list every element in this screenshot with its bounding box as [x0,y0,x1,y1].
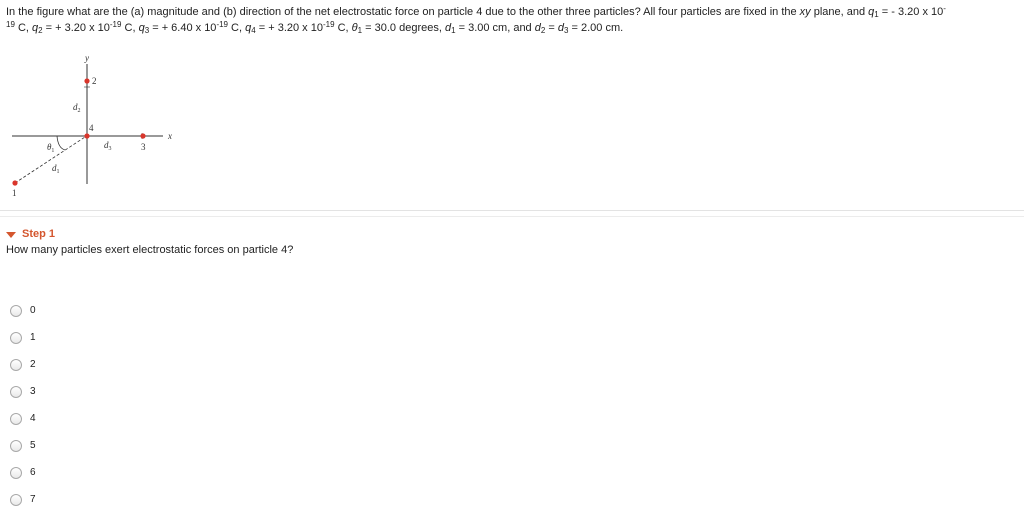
problem-text: C, [228,22,246,34]
problem-text: C, [334,22,352,34]
d1-subscript: 1 [57,169,60,175]
radio-button[interactable] [10,331,22,344]
problem-statement: In the figure what are the (a) magnitude… [6,4,1016,36]
d1-label: d1 [52,163,60,175]
particle-3 [140,133,146,139]
particle-figure: x y 1 2 3 4 d2 d3 d1 θ1 [12,53,172,198]
step-title: Step 1 [22,228,56,240]
xy-symbol: xy [799,6,811,18]
particle-2 [84,78,90,84]
d3-label: d3 [104,140,112,152]
d2-subscript: 2 [78,108,81,114]
option-6[interactable]: 6 [10,459,36,486]
q1-value: = - 3.20 x 10 [878,6,944,18]
particle-1 [12,180,18,186]
radio-button[interactable] [10,358,22,371]
option-3[interactable]: 3 [10,378,36,405]
exponent: -19 [216,20,228,29]
q2-value: = + 3.20 x 10 [42,22,110,34]
problem-text: plane, and [810,6,869,18]
theta-label: θ1 [47,142,54,154]
option-label: 7 [30,494,36,505]
problem-line-1: In the figure what are the (a) magnitude… [6,4,1016,20]
d2-label: d2 [73,102,81,114]
option-7[interactable]: 7 [10,486,36,513]
option-1[interactable]: 1 [10,324,36,351]
option-5[interactable]: 5 [10,432,36,459]
caret-down-icon [6,231,16,238]
option-label: 4 [30,413,36,424]
problem-text: = [545,22,558,34]
option-label: 6 [30,467,36,478]
step-1-toggle[interactable]: Step 1 [6,227,55,241]
option-label: 0 [30,305,36,316]
step-question: How many particles exert electrostatic f… [6,244,294,256]
theta-value: = 30.0 degrees, [362,22,445,34]
option-4[interactable]: 4 [10,405,36,432]
section-divider [0,210,1024,211]
particle-3-label: 3 [141,142,146,152]
axis-y-label: y [84,53,89,63]
problem-text: C, [121,22,139,34]
particle-2-label: 2 [92,76,97,86]
d3-subscript: 3 [109,146,112,152]
radio-button[interactable] [10,412,22,425]
theta-subscript: 1 [51,148,54,154]
option-label: 2 [30,359,36,370]
particle-4-label: 4 [89,123,94,133]
answer-options: 0 1 2 3 4 5 6 7 [10,297,36,513]
axis-x-label: x [167,131,172,141]
theta-arc [56,135,66,151]
radio-button[interactable] [10,439,22,452]
exponent: -19 [109,20,122,29]
exponent: - [943,4,946,13]
option-0[interactable]: 0 [10,297,36,324]
radio-button[interactable] [10,466,22,479]
particle-4 [84,133,90,139]
option-label: 5 [30,440,36,451]
problem-text: C, [14,22,33,34]
radio-button[interactable] [10,493,22,506]
option-label: 1 [30,332,36,343]
particle-1-label: 1 [12,188,17,198]
exponent: 19 [6,20,15,29]
problem-line-2: 19 C, q2 = + 3.20 x 10-19 C, q3 = + 6.40… [6,20,1016,36]
radio-button[interactable] [10,385,22,398]
option-label: 3 [30,386,36,397]
exponent: -19 [322,20,335,29]
d-value: = 2.00 cm. [568,22,624,34]
option-2[interactable]: 2 [10,351,36,378]
q3-value: = + 6.40 x 10 [149,22,217,34]
d1-value: = 3.00 cm, and [455,22,535,34]
q4-value: = + 3.20 x 10 [255,22,323,34]
section-divider [0,216,1024,217]
problem-text: In the figure what are the (a) magnitude… [6,6,800,18]
radio-button[interactable] [10,304,22,317]
